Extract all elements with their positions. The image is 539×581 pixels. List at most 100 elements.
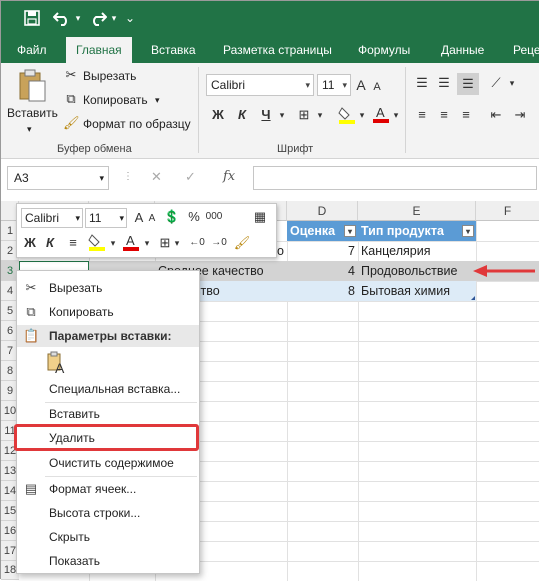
decrease-decimal-icon[interactable]: →0 bbox=[209, 234, 229, 252]
mini-size-combo[interactable]: 11 ▾ bbox=[85, 208, 127, 228]
format-table-icon[interactable]: ▦ bbox=[251, 208, 269, 226]
table-cell[interactable]: Бытовая химия bbox=[358, 281, 476, 301]
copy-button[interactable]: Копировать bbox=[83, 92, 148, 108]
borders-dropdown-icon[interactable]: ▾ bbox=[173, 234, 181, 252]
align-top-icon[interactable]: ☰ bbox=[413, 75, 431, 91]
enter-icon[interactable]: ✓ bbox=[185, 169, 196, 185]
bold-button[interactable]: Ж bbox=[211, 107, 225, 123]
drag-handle-icon[interactable]: ⋮ bbox=[123, 171, 133, 182]
tab-file[interactable]: Файл bbox=[7, 37, 57, 63]
save-icon[interactable] bbox=[21, 7, 43, 29]
redo-dropdown-icon[interactable]: ▾ bbox=[109, 7, 119, 29]
menu-item-cut[interactable]: ✂ Вырезать bbox=[17, 276, 199, 300]
grow-font-icon[interactable]: A bbox=[133, 209, 145, 227]
mini-font-combo[interactable]: Calibri ▾ bbox=[21, 208, 83, 228]
underline-button[interactable]: Ч bbox=[259, 107, 273, 123]
format-painter-button[interactable]: Формат по образцу bbox=[83, 116, 191, 132]
menu-item-paste-special[interactable]: Специальная вставка... bbox=[17, 377, 199, 401]
font-name-combo[interactable]: Calibri ▾ bbox=[206, 74, 314, 96]
align-left-icon[interactable]: ≡ bbox=[413, 107, 431, 123]
table-header-cell[interactable]: Тип продукта ▾ bbox=[358, 221, 476, 241]
paste-button[interactable]: Вставить bbox=[7, 105, 58, 121]
title-bar: ▾ ▾ ⌄ bbox=[1, 1, 539, 37]
fill-color-icon[interactable] bbox=[337, 105, 357, 129]
tab-review[interactable]: Реце bbox=[503, 37, 539, 63]
column-header-f[interactable]: F bbox=[476, 201, 539, 221]
italic-button[interactable]: К bbox=[235, 107, 249, 123]
tab-page-layout[interactable]: Разметка страницы bbox=[213, 37, 342, 63]
tab-home[interactable]: Главная bbox=[66, 37, 132, 63]
menu-item-format-cells[interactable]: ▤ Формат ячеек... bbox=[17, 477, 199, 501]
table-cell[interactable]: 4 bbox=[287, 261, 358, 281]
shrink-font-icon[interactable]: A bbox=[147, 210, 157, 228]
percent-button[interactable]: % bbox=[187, 208, 201, 226]
align-right-icon[interactable]: ≡ bbox=[457, 107, 475, 123]
table-header-cell[interactable]: Оценка ▾ bbox=[287, 221, 358, 241]
paste-values-icon[interactable]: A bbox=[47, 351, 69, 376]
underline-dropdown-icon[interactable]: ▾ bbox=[277, 107, 287, 123]
table-cell[interactable]: 8 bbox=[287, 281, 358, 301]
insert-function-icon[interactable]: fx bbox=[223, 169, 235, 184]
cancel-icon[interactable]: ✕ bbox=[151, 169, 162, 185]
undo-icon[interactable] bbox=[51, 7, 73, 29]
paste-dropdown-icon[interactable]: ▾ bbox=[27, 121, 32, 137]
undo-dropdown-icon[interactable]: ▾ bbox=[73, 7, 83, 29]
menu-item-copy[interactable]: ⧉ Копировать bbox=[17, 300, 199, 324]
orientation-icon[interactable]: ⟋ bbox=[487, 75, 505, 91]
table-cell[interactable]: Продовольствие bbox=[358, 261, 476, 281]
menu-item-insert[interactable]: Вставить bbox=[17, 402, 199, 426]
comma-style-button[interactable]: 000 bbox=[203, 208, 225, 226]
font-color-dropdown-icon[interactable]: ▾ bbox=[143, 234, 151, 252]
align-middle-icon[interactable]: ☰ bbox=[435, 75, 453, 91]
menu-section-label: Параметры вставки: bbox=[49, 329, 172, 343]
decrease-indent-icon[interactable]: ⇤ bbox=[487, 107, 505, 123]
menu-item-hide[interactable]: Скрыть bbox=[17, 525, 199, 549]
bold-button[interactable]: Ж bbox=[23, 234, 37, 252]
font-color-dropdown-icon[interactable]: ▾ bbox=[391, 107, 401, 123]
italic-button[interactable]: К bbox=[43, 234, 57, 252]
menu-item-label: Специальная вставка... bbox=[49, 382, 181, 396]
tab-insert[interactable]: Вставка bbox=[141, 37, 206, 63]
redo-icon[interactable] bbox=[87, 7, 109, 29]
menu-item-unhide[interactable]: Показать bbox=[17, 549, 199, 573]
font-color-icon[interactable]: A bbox=[121, 232, 141, 257]
name-box[interactable]: A3 ▾ bbox=[7, 166, 109, 190]
delete-highlight-frame bbox=[14, 424, 199, 451]
align-center-icon[interactable]: ≡ bbox=[435, 107, 453, 123]
menu-item-label: Высота строки... bbox=[49, 506, 141, 520]
borders-icon[interactable]: ⊞ bbox=[295, 107, 313, 123]
formula-input[interactable] bbox=[253, 166, 537, 190]
menu-item-row-height[interactable]: Высота строки... bbox=[17, 501, 199, 525]
menu-item-clear-contents[interactable]: Очистить содержимое bbox=[17, 451, 199, 475]
filter-dropdown-icon[interactable]: ▾ bbox=[344, 225, 356, 237]
fill-dropdown-icon[interactable]: ▾ bbox=[109, 234, 117, 252]
align-center-icon[interactable]: ≡ bbox=[65, 234, 81, 252]
column-header-e[interactable]: E bbox=[358, 201, 476, 221]
borders-dropdown-icon[interactable]: ▾ bbox=[315, 107, 325, 123]
align-bottom-icon[interactable]: ☰ bbox=[457, 73, 479, 95]
grow-font-icon[interactable]: A bbox=[354, 77, 368, 93]
format-painter-icon[interactable]: 🖌 bbox=[233, 234, 251, 252]
accounting-format-icon[interactable]: 💲 bbox=[161, 208, 183, 226]
increase-decimal-icon[interactable]: ←0 bbox=[187, 234, 207, 252]
tab-data[interactable]: Данные bbox=[431, 37, 494, 63]
table-resize-handle[interactable] bbox=[471, 296, 475, 300]
orientation-dropdown-icon[interactable]: ▾ bbox=[507, 75, 517, 91]
copy-dropdown-icon[interactable]: ▾ bbox=[155, 92, 160, 108]
shrink-font-icon[interactable]: A bbox=[371, 79, 383, 95]
column-header-d[interactable]: D bbox=[287, 201, 358, 221]
menu-item-label: Копировать bbox=[49, 305, 114, 319]
increase-indent-icon[interactable]: ⇥ bbox=[511, 107, 529, 123]
borders-icon[interactable]: ⊞ bbox=[157, 234, 173, 252]
table-cell[interactable]: Канцелярия bbox=[358, 241, 476, 261]
table-cell[interactable]: 7 bbox=[287, 241, 358, 261]
tab-formulas[interactable]: Формулы bbox=[348, 37, 420, 63]
fill-dropdown-icon[interactable]: ▾ bbox=[357, 107, 367, 123]
cut-button[interactable]: Вырезать bbox=[83, 68, 136, 84]
paste-icon[interactable] bbox=[17, 69, 47, 103]
font-color-icon[interactable]: A bbox=[371, 104, 391, 128]
fill-color-icon[interactable] bbox=[87, 232, 107, 257]
customize-qat-icon[interactable]: ⌄ bbox=[123, 7, 137, 29]
filter-dropdown-icon[interactable]: ▾ bbox=[462, 225, 474, 237]
font-size-combo[interactable]: 11 ▾ bbox=[317, 74, 351, 96]
